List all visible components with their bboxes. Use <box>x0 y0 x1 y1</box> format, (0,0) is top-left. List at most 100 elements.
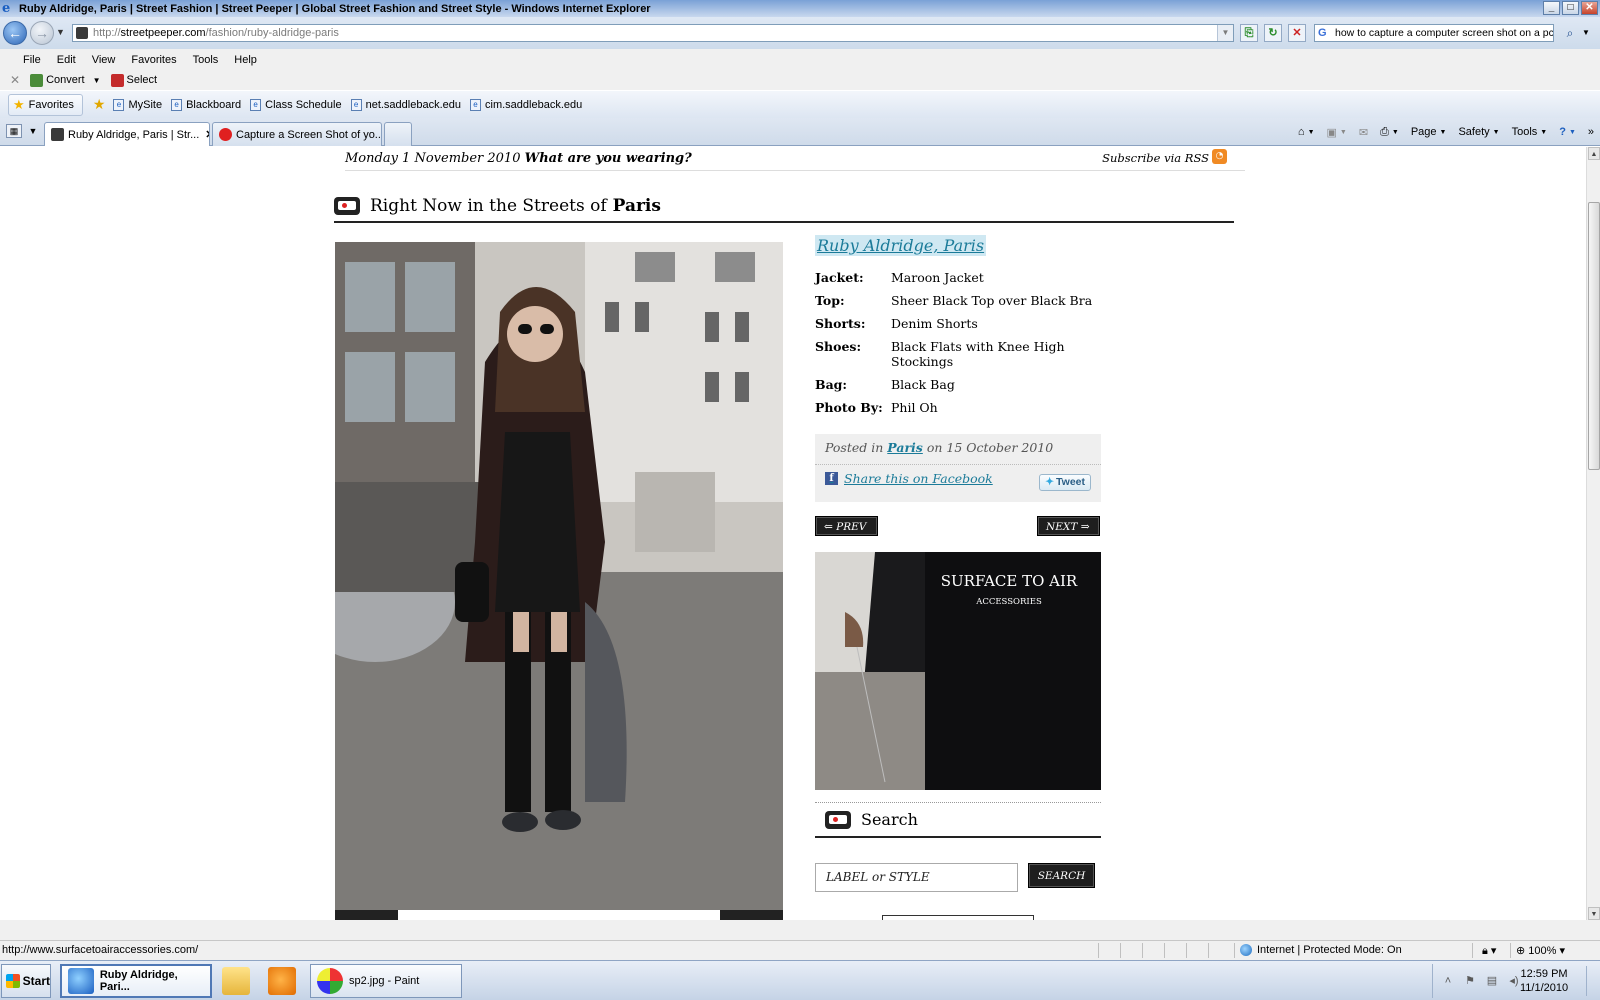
media-player-icon[interactable] <box>268 967 296 995</box>
detail-label: Bag: <box>815 377 848 392</box>
rss-icon[interactable]: ◔ <box>1212 149 1227 164</box>
mail-icon[interactable]: ✉ <box>1359 126 1368 139</box>
fav-link-class-schedule[interactable]: e Class Schedule <box>250 98 342 111</box>
fav-link-blackboard[interactable]: e Blackboard <box>171 98 241 111</box>
chevron-right-icon[interactable]: » <box>1588 126 1594 138</box>
convert-button[interactable]: Convert <box>46 74 85 86</box>
system-clock[interactable]: 12:59 PM 11/1/2010 <box>1520 967 1568 995</box>
back-button[interactable]: ← <box>3 21 27 45</box>
feeds-icon[interactable]: ▣ ▼ <box>1327 126 1347 139</box>
bottom-next-button[interactable] <box>720 910 783 920</box>
status-divider <box>1186 943 1187 958</box>
fav-link-mysite[interactable]: e MySite <box>113 98 163 111</box>
protected-mode-icon[interactable]: 🔒︎ ▾ <box>1482 944 1496 958</box>
page-icon: e <box>350 98 362 111</box>
help-icon[interactable]: ? ▼ <box>1559 126 1576 138</box>
surface-to-air-ad[interactable]: SURFACE TO AIR ACCESSORIES <box>815 552 1101 790</box>
google-icon: G <box>1318 27 1327 39</box>
menu-tools[interactable]: Tools <box>185 54 227 66</box>
select-icon <box>110 73 124 87</box>
zoom-level[interactable]: ⊕ 100% ▾ <box>1516 944 1565 957</box>
compatibility-view-icon[interactable]: ⎘ <box>1240 24 1258 42</box>
vertical-scrollbar[interactable]: ▲ ▼ <box>1586 147 1600 920</box>
recent-pages-dropdown[interactable]: ▼ <box>56 27 65 37</box>
menu-view[interactable]: View <box>84 54 124 66</box>
forward-button[interactable]: → <box>30 21 54 45</box>
search-section-heading: Search <box>815 802 1101 838</box>
scroll-down-icon[interactable]: ▼ <box>1588 907 1600 920</box>
menu-bar: File Edit View Favorites Tools Help <box>0 49 1600 70</box>
url-path: /fashion/ruby-aldridge-paris <box>205 27 339 39</box>
scroll-up-icon[interactable]: ▲ <box>1588 147 1600 160</box>
address-input[interactable]: http://streetpeeper.com/fashion/ruby-ald… <box>72 24 1234 42</box>
windows-logo-icon <box>6 974 20 988</box>
volume-icon[interactable]: ◂) <box>1507 974 1521 988</box>
search-box[interactable]: G how to capture a computer screen shot … <box>1314 24 1554 42</box>
security-zone[interactable]: Internet | Protected Mode: On <box>1240 944 1402 956</box>
taskbar-ie-window[interactable]: Ruby Aldridge, Pari... <box>60 964 212 998</box>
menu-help[interactable]: Help <box>226 54 265 66</box>
close-toolbar-icon[interactable]: ✕ <box>10 73 20 87</box>
detail-label: Jacket: <box>815 270 864 285</box>
select-button[interactable]: Select <box>127 74 158 86</box>
folder-icon[interactable] <box>222 967 250 995</box>
search-title: Search <box>861 810 918 829</box>
command-bar: ⌂ ▼ ▣ ▼ ✉ ⎙ ▼ Page ▼ Safety ▼ Tools ▼ ? ▼ » <box>1298 122 1594 142</box>
new-tab-button[interactable] <box>384 122 412 146</box>
posted-city-link[interactable]: Paris <box>887 440 923 455</box>
address-dropdown-button[interactable]: ▼ <box>1217 25 1233 41</box>
menu-favorites[interactable]: Favorites <box>123 54 184 66</box>
favorites-button[interactable]: ★ Favorites <box>8 93 83 116</box>
print-icon[interactable]: ⎙ ▼ <box>1380 126 1399 139</box>
red-circle-icon <box>219 128 232 141</box>
what-are-you-wearing-link[interactable]: What are you wearing? <box>525 151 692 166</box>
quick-tabs-icon[interactable]: ▦ <box>6 124 22 138</box>
prev-button[interactable]: ⇐ PREV <box>815 516 878 536</box>
minimize-button[interactable]: _ <box>1543 1 1560 15</box>
stop-icon[interactable]: ✕ <box>1288 24 1306 42</box>
share-facebook-link[interactable]: f Share this on Facebook <box>825 471 993 486</box>
site-search-input[interactable]: LABEL or STYLE <box>815 863 1018 892</box>
street-style-photo[interactable] <box>335 242 783 910</box>
add-to-favorites-icon[interactable]: ★ <box>93 96 106 113</box>
start-button[interactable]: Start <box>1 964 51 998</box>
detail-label: Top: <box>815 293 845 308</box>
detail-label: Shorts: <box>815 316 866 331</box>
scroll-thumb[interactable] <box>1588 202 1600 470</box>
tab-list-dropdown[interactable]: ▼ <box>27 124 39 138</box>
tools-menu[interactable]: Tools ▼ <box>1512 126 1548 138</box>
tab-bar: ▦ ▼ Ruby Aldridge, Paris | Str... ✕ Capt… <box>0 118 1600 146</box>
fav-link-net-saddleback[interactable]: e net.saddleback.edu <box>350 98 461 111</box>
refresh-icon[interactable]: ↻ <box>1264 24 1282 42</box>
look-title-link[interactable]: Ruby Aldridge, Paris <box>815 235 987 256</box>
show-desktop-button[interactable] <box>1586 966 1598 996</box>
fav-link-cim-saddleback[interactable]: e cim.saddleback.edu <box>470 98 582 111</box>
site-search-button[interactable]: SEARCH <box>1028 863 1095 888</box>
tab-capture-screen-shot[interactable]: Capture a Screen Shot of yo... <box>212 122 382 146</box>
tweet-button[interactable]: ✦ Tweet <box>1039 474 1091 491</box>
taskbar-paint-window[interactable]: sp2.jpg - Paint <box>310 964 462 998</box>
page-menu-label: Page <box>1410 126 1437 138</box>
tab-ruby-aldridge[interactable]: Ruby Aldridge, Paris | Str... ✕ <box>44 122 210 146</box>
convert-icon <box>30 73 44 87</box>
paint-palette-icon <box>317 968 343 994</box>
next-button[interactable]: NEXT ⇒ <box>1037 516 1100 536</box>
close-button[interactable]: ✕ <box>1581 1 1598 15</box>
convert-dropdown-icon[interactable]: ▼ <box>93 76 101 85</box>
fav-link-label: MySite <box>128 98 163 111</box>
subscribe-rss-link[interactable]: Subscribe via RSS <box>1102 151 1209 165</box>
network-icon[interactable]: ▤ <box>1485 974 1499 988</box>
maximize-button[interactable]: □ <box>1562 1 1579 15</box>
search-options-dropdown[interactable]: ▼ <box>1582 28 1590 37</box>
home-icon[interactable]: ⌂ ▼ <box>1298 126 1315 138</box>
photo-illustration <box>335 242 783 910</box>
menu-file[interactable]: File <box>15 54 49 66</box>
safety-menu[interactable]: Safety ▼ <box>1458 126 1499 138</box>
tab-close-icon[interactable]: ✕ <box>205 128 209 141</box>
show-hidden-icons[interactable]: ˄ <box>1441 974 1455 988</box>
search-go-icon[interactable]: ⌕ <box>1562 25 1578 41</box>
flag-icon[interactable]: ⚑ <box>1463 974 1477 988</box>
menu-edit[interactable]: Edit <box>49 54 84 66</box>
page-menu[interactable]: Page ▼ <box>1411 126 1447 138</box>
bottom-prev-button[interactable] <box>335 910 398 920</box>
